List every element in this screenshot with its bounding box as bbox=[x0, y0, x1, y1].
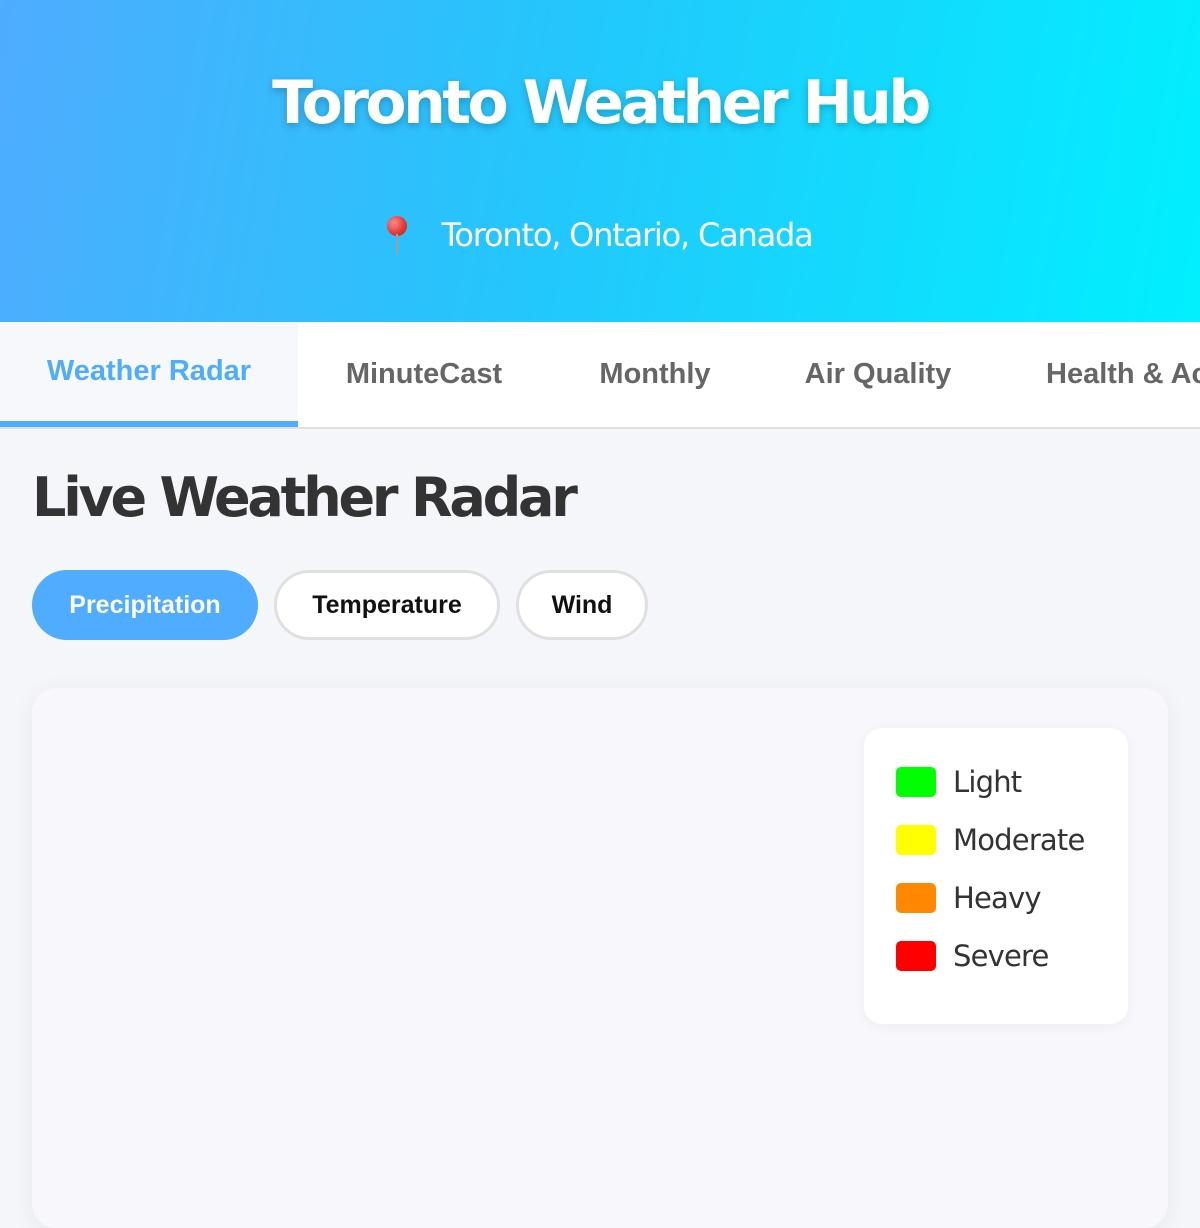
legend-swatch-severe bbox=[896, 941, 936, 971]
tab-air-quality[interactable]: Air Quality bbox=[760, 322, 996, 427]
location-text: Toronto, Ontario, Canada bbox=[441, 216, 813, 254]
legend-item-moderate: Moderate bbox=[896, 823, 1085, 857]
legend-label-severe: Severe bbox=[953, 939, 1049, 973]
map-pin-icon bbox=[387, 216, 408, 254]
app-header: Toronto Weather Hub Toronto, Ontario, Ca… bbox=[0, 0, 1200, 322]
layer-button-precipitation[interactable]: Precipitation bbox=[32, 570, 258, 640]
layer-button-temperature[interactable]: Temperature bbox=[274, 570, 500, 640]
legend-swatch-heavy bbox=[896, 883, 936, 913]
legend-swatch-light bbox=[896, 767, 936, 797]
tab-health-activities[interactable]: Health & Activities bbox=[996, 322, 1200, 427]
tab-minutecast[interactable]: MinuteCast bbox=[298, 322, 550, 427]
tab-weather-radar[interactable]: Weather Radar bbox=[0, 322, 298, 427]
tab-bar: Weather Radar MinuteCast Monthly Air Qua… bbox=[0, 322, 1200, 429]
legend-item-severe: Severe bbox=[896, 939, 1049, 973]
location-display: Toronto, Ontario, Canada bbox=[0, 216, 1200, 254]
legend-swatch-moderate bbox=[896, 825, 936, 855]
section-title: Live Weather Radar bbox=[32, 466, 578, 529]
legend-label-moderate: Moderate bbox=[953, 823, 1085, 857]
legend-label-light: Light bbox=[953, 765, 1022, 799]
tab-monthly[interactable]: Monthly bbox=[550, 322, 760, 427]
legend-label-heavy: Heavy bbox=[953, 881, 1042, 915]
app-title: Toronto Weather Hub bbox=[272, 68, 931, 138]
radar-legend: Light Moderate Heavy Severe bbox=[864, 728, 1128, 1024]
legend-item-heavy: Heavy bbox=[896, 881, 1042, 915]
layer-button-wind[interactable]: Wind bbox=[516, 570, 648, 640]
legend-item-light: Light bbox=[896, 765, 1022, 799]
